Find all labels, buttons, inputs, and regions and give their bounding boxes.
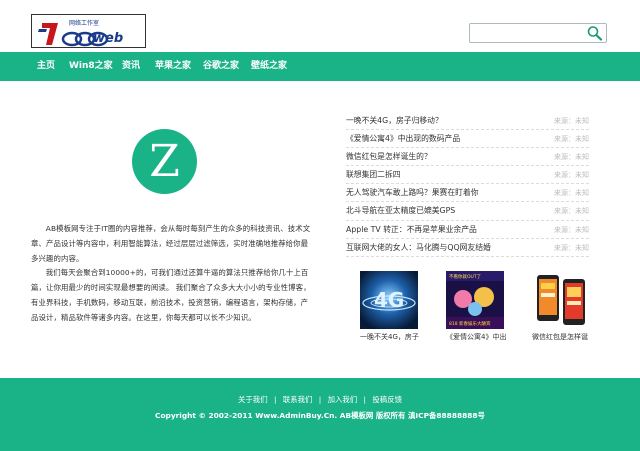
search-box bbox=[469, 23, 607, 43]
nav-item-wallpaper[interactable]: 壁纸之家 bbox=[251, 52, 287, 81]
thumbnail-graphic-2: 不看你就OUT了 818 新春娱乐大酬宾 bbox=[446, 271, 504, 329]
about-logo: Z bbox=[132, 129, 197, 194]
list-item: 联想集团二拆四 来源：未知 bbox=[346, 166, 589, 185]
news-source: 来源：未知 bbox=[554, 117, 589, 125]
news-source: 来源：未知 bbox=[554, 135, 589, 144]
news-title-link[interactable]: 无人驾驶汽车敢上路吗？果赛在盯着你 bbox=[346, 187, 479, 198]
news-source: 来源：未知 bbox=[554, 207, 589, 216]
logo-subtext: 网络工作室 bbox=[69, 20, 100, 27]
news-source: 来源：未知 bbox=[554, 153, 589, 162]
footer-link-feedback[interactable]: 投稿反馈 bbox=[372, 395, 402, 404]
about-paragraph-1: AB模板网专注于IT圈的内容推荐，会从每时每刻产生的众多的科技资讯、技术文章、产… bbox=[31, 224, 311, 263]
thumbnail-2-bottom-text: 818 新春娱乐大酬宾 bbox=[449, 320, 491, 327]
nav-item-home[interactable]: 主页 bbox=[37, 52, 55, 81]
list-item: 互联网大佬的女人：马化腾与QQ网友结婚 来源：未知 bbox=[346, 239, 589, 257]
footer-link-contact[interactable]: 联系我们 bbox=[283, 395, 313, 404]
news-list: 一晚不关4G，房子归移动？ 来源：未知 《爱情公寓4》中出现的数码产品 来源：未… bbox=[346, 112, 589, 257]
list-item: 北斗导航在亚太精度已媲美GPS 来源：未知 bbox=[346, 202, 589, 221]
thumbnail-image-3[interactable] bbox=[532, 271, 590, 329]
thumbnail-graphic-3 bbox=[532, 271, 590, 329]
news-source: 来源：未知 bbox=[554, 171, 589, 180]
search-icon bbox=[587, 26, 603, 41]
nav-item-apple[interactable]: 苹果之家 bbox=[155, 52, 191, 81]
news-source: 来源：未知 bbox=[554, 225, 589, 234]
thumbnail-image-1[interactable]: 4G bbox=[360, 271, 418, 329]
thumbnail-graphic-1: 4G bbox=[360, 271, 418, 329]
news-title-link[interactable]: 互联网大佬的女人：马化腾与QQ网友结婚 bbox=[346, 242, 491, 253]
list-item: 无人驾驶汽车敢上路吗？果赛在盯着你 来源：未知 bbox=[346, 184, 589, 203]
nav-item-news[interactable]: 资讯 bbox=[122, 52, 140, 81]
list-item: 微信红包是怎样诞生的？ 来源：未知 bbox=[346, 148, 589, 167]
news-title-link[interactable]: 联想集团二拆四 bbox=[346, 169, 401, 180]
main-nav: 主页 Win8之家 资讯 苹果之家 谷歌之家 壁纸之家 bbox=[0, 52, 640, 81]
search-input[interactable] bbox=[473, 26, 581, 40]
footer-separator: | bbox=[273, 395, 277, 404]
news-title-link[interactable]: 一晚不关4G，房子归移动？ bbox=[346, 115, 443, 126]
news-title-link[interactable]: 微信红包是怎样诞生的？ bbox=[346, 151, 432, 162]
news-title-link[interactable]: Apple TV 转正：不再是苹果业余产品 bbox=[346, 224, 477, 235]
nav-item-win8[interactable]: Win8之家 bbox=[69, 52, 113, 81]
footer-separator: | bbox=[363, 395, 367, 404]
search-button[interactable] bbox=[586, 25, 604, 41]
footer-link-about[interactable]: 关于我们 bbox=[238, 395, 268, 404]
nav-item-google[interactable]: 谷歌之家 bbox=[203, 52, 239, 81]
thumbnail-image-2[interactable]: 不看你就OUT了 818 新春娱乐大酬宾 bbox=[446, 271, 504, 329]
footer-links: 关于我们 | 联系我们 | 加入我们 | 投稿反馈 bbox=[0, 394, 640, 405]
copyright: Copyright © 2002-2011 Www.AdminBuy.Cn. A… bbox=[155, 411, 485, 420]
svg-text:web: web bbox=[93, 31, 123, 46]
thumbnail-caption-2[interactable]: 《爱情公寓4》中出 bbox=[446, 332, 508, 342]
header: web 网络工作室 bbox=[0, 0, 640, 52]
news-title-link[interactable]: 北斗导航在亚太精度已媲美GPS bbox=[346, 205, 455, 216]
footer-link-join[interactable]: 加入我们 bbox=[328, 395, 358, 404]
news-title-link[interactable]: 《爱情公寓4》中出现的数码产品 bbox=[346, 133, 460, 144]
thumbnail-2-top-text: 不看你就OUT了 bbox=[449, 273, 482, 280]
list-item: 《爱情公寓4》中出现的数码产品 来源：未知 bbox=[346, 130, 589, 149]
news-source: 来源：未知 bbox=[554, 189, 589, 198]
about-paragraph-2: 我们每天会聚合到10000+的，可我们通过还算牛逼的算法只推荐给你几十上百篇，让… bbox=[31, 268, 311, 322]
svg-text:4G: 4G bbox=[374, 288, 404, 312]
site-logo[interactable]: web 网络工作室 bbox=[31, 14, 146, 48]
about-logo-letter: Z bbox=[149, 136, 180, 187]
thumbnail-caption-1[interactable]: 一晚不关4G，房子 bbox=[360, 332, 422, 342]
list-item: Apple TV 转正：不再是苹果业余产品 来源：未知 bbox=[346, 221, 589, 239]
thumbnail-caption-3[interactable]: 微信红包是怎样诞 bbox=[532, 332, 594, 342]
news-source: 来源：未知 bbox=[554, 243, 589, 252]
footer-separator: | bbox=[318, 395, 322, 404]
list-item: 一晚不关4G，房子归移动？ 来源：未知 bbox=[346, 112, 589, 131]
footer: 关于我们 | 联系我们 | 加入我们 | 投稿反馈 Copyright © 20… bbox=[0, 378, 640, 451]
